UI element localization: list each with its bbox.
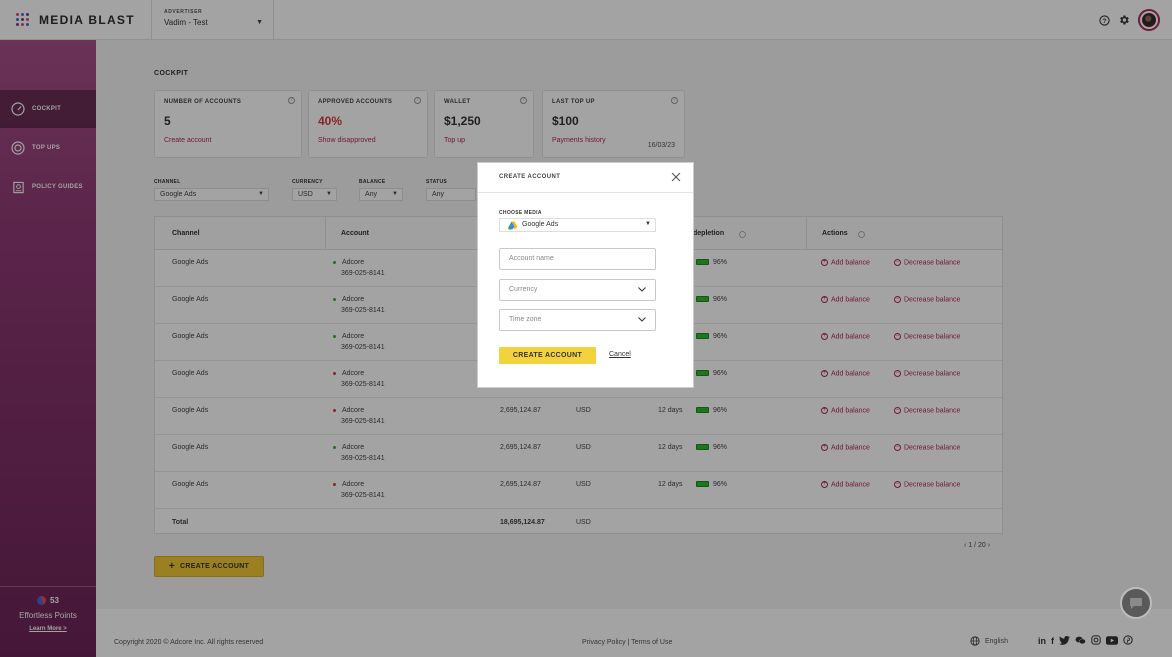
modal-title: CREATE ACCOUNT bbox=[499, 174, 561, 180]
media-select[interactable]: Google Ads ▼ bbox=[499, 218, 656, 232]
currency-select[interactable]: Currency bbox=[499, 279, 656, 301]
modal-cancel-button[interactable]: Cancel bbox=[609, 351, 631, 358]
account-name-placeholder: Account name bbox=[509, 255, 554, 262]
modal-create-account-button[interactable]: CREATE ACCOUNT bbox=[499, 347, 596, 364]
google-ads-icon bbox=[508, 221, 518, 232]
chat-icon bbox=[1130, 597, 1142, 609]
timezone-select[interactable]: Time zone bbox=[499, 309, 656, 331]
close-icon[interactable] bbox=[671, 172, 681, 182]
currency-placeholder: Currency bbox=[509, 286, 538, 293]
chevron-down-icon bbox=[638, 317, 646, 324]
chevron-down-icon bbox=[638, 287, 646, 294]
timezone-placeholder: Time zone bbox=[509, 316, 542, 323]
caret-down-icon: ▼ bbox=[645, 221, 651, 227]
media-value: Google Ads bbox=[522, 221, 559, 228]
choose-media-label: CHOOSE MEDIA bbox=[499, 210, 542, 216]
create-account-modal: CREATE ACCOUNT CHOOSE MEDIA Google Ads ▼… bbox=[477, 162, 694, 388]
account-name-input[interactable]: Account name bbox=[499, 248, 656, 270]
chat-widget-button[interactable] bbox=[1120, 587, 1152, 619]
